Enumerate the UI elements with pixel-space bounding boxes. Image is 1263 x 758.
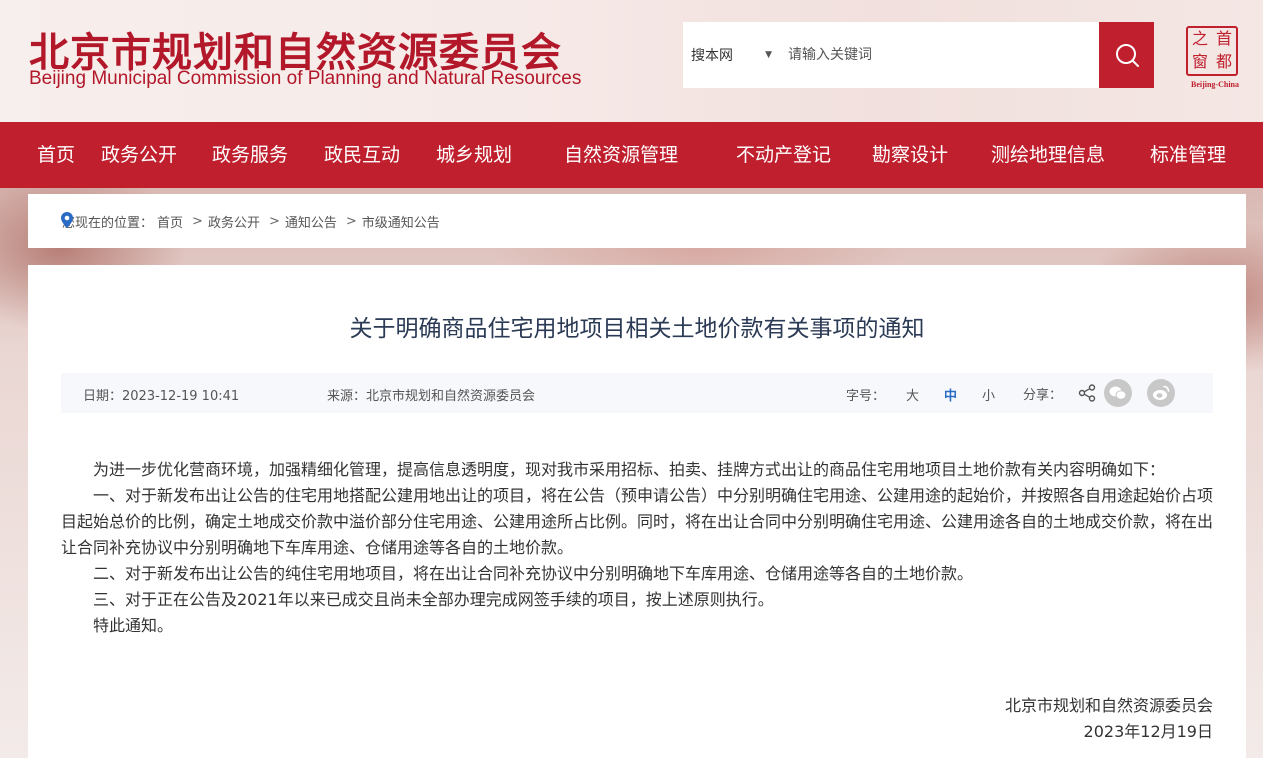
nav-item-survey-design[interactable]: 勘察设计 — [872, 122, 948, 188]
article-paragraph: 二、对于新发布出让公告的纯住宅用地项目，将在出让合同补充协议中分别明确地下车库用… — [93, 564, 974, 583]
search-icon — [1115, 44, 1139, 67]
search-button[interactable] — [1099, 22, 1154, 88]
nav-item-natural-resources[interactable]: 自然资源管理 — [564, 122, 678, 188]
seal-char: 都 — [1215, 52, 1232, 71]
breadcrumb-item-home[interactable]: 首页 — [157, 212, 183, 231]
nav-item-gov-affairs[interactable]: 政务公开 — [101, 122, 177, 188]
font-size-small[interactable]: 小 — [982, 385, 995, 404]
nav-item-gov-services[interactable]: 政务服务 — [212, 122, 288, 188]
chevron-down-icon: ▼ — [765, 50, 772, 60]
article-paragraph: 三、对于正在公告及2021年以来已成交且尚未全部办理完成网签手续的项目，按上述原… — [93, 590, 774, 609]
seal-char: 窗 — [1191, 52, 1208, 71]
seal-label: Beijing-China — [1190, 80, 1239, 89]
font-size-medium[interactable]: 中 — [944, 385, 957, 404]
article-paragraph: 一、对于新发布出让公告的住宅用地搭配公建用地出让的项目，将在公告（预申请公告）中… — [61, 486, 1214, 557]
article-sign-date: 2023年12月19日 — [1083, 722, 1213, 741]
breadcrumb-separator: > — [268, 213, 280, 229]
breadcrumb: 您现在的位置： 首页 > 政务公开 > 通知公告 > 市级通知公告 — [28, 194, 1246, 248]
article-signature-block: 北京市规划和自然资源委员会 2023年12月19日 — [61, 693, 1213, 745]
nav-item-interaction[interactable]: 政民互动 — [324, 122, 400, 188]
wechat-icon[interactable] — [1104, 379, 1132, 407]
seal-char: 首 — [1215, 29, 1232, 48]
location-pin-icon — [61, 212, 73, 228]
article-body: 为进一步优化营商环境，加强精细化管理，提高信息透明度，现对我市采用招标、拍卖、挂… — [61, 457, 1213, 639]
nav-item-home[interactable]: 首页 — [37, 122, 75, 188]
site-logo-subtitle: Beijing Municipal Commission of Planning… — [29, 68, 582, 89]
nav-item-urban-planning[interactable]: 城乡规划 — [436, 122, 512, 188]
breadcrumb-separator: > — [345, 213, 357, 229]
breadcrumb-prefix: 您现在的位置： — [62, 215, 154, 231]
search-scope-label: 搜本网 — [691, 48, 733, 64]
nav-item-real-estate[interactable]: 不动产登记 — [736, 122, 831, 188]
font-size-label: 字号： — [846, 389, 886, 404]
breadcrumb-item-city-notices[interactable]: 市级通知公告 — [362, 212, 440, 231]
seal-char: 之 — [1191, 29, 1208, 48]
article-paragraph: 为进一步优化营商环境，加强精细化管理，提高信息透明度，现对我市采用招标、拍卖、挂… — [93, 460, 1166, 479]
article-meta-bar: 日期：2023-12-19 10:41 来源：北京市规划和自然资源委员会 字号：… — [61, 373, 1213, 413]
weibo-icon[interactable] — [1147, 379, 1175, 407]
share-icon[interactable] — [1078, 384, 1096, 402]
breadcrumb-separator: > — [192, 213, 203, 229]
article-paragraph: 特此通知。 — [93, 616, 174, 635]
search-box: 搜本网 ▼ — [683, 22, 1154, 88]
article-signature: 北京市规划和自然资源委员会 — [1004, 696, 1213, 715]
breadcrumb-item-notices[interactable]: 通知公告 — [285, 212, 337, 231]
article-panel: 关于明确商品住宅用地项目相关土地价款有关事项的通知 日期：2023-12-19 … — [28, 265, 1246, 758]
breadcrumb-item-gov-affairs[interactable]: 政务公开 — [208, 212, 260, 231]
article-date: 日期：2023-12-19 10:41 — [83, 389, 240, 404]
seal-icon: 之 首 窗 都 — [1186, 26, 1238, 76]
capital-window-logo[interactable]: 之 首 窗 都 Beijing-China — [1184, 26, 1244, 90]
font-size-large[interactable]: 大 — [906, 385, 919, 404]
search-input[interactable] — [778, 35, 1078, 75]
article-title: 关于明确商品住宅用地项目相关土地价款有关事项的通知 — [349, 316, 925, 342]
nav-item-standards[interactable]: 标准管理 — [1150, 122, 1226, 188]
nav-item-geoinfo[interactable]: 测绘地理信息 — [991, 122, 1105, 188]
article-source: 来源：北京市规划和自然资源委员会 — [327, 389, 536, 404]
search-scope-select[interactable]: 搜本网 ▼ — [683, 45, 778, 65]
main-nav: 首页 政务公开 政务服务 政民互动 城乡规划 自然资源管理 不动产登记 勘察设计… — [0, 122, 1263, 188]
share-label: 分享： — [1023, 388, 1063, 403]
